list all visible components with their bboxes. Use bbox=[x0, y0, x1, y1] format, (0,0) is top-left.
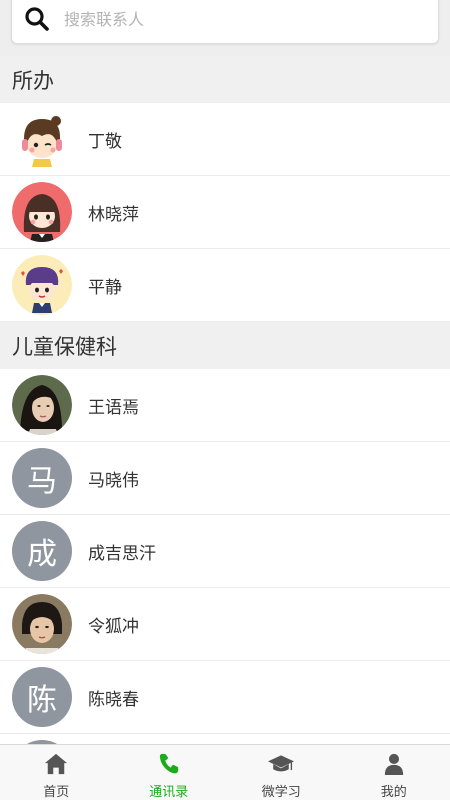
contact-name: 马晓伟 bbox=[88, 470, 139, 491]
tab-home[interactable]: 首页 bbox=[0, 745, 113, 800]
photo-avatar bbox=[12, 594, 72, 654]
contact-item[interactable]: 成 成吉思汗 bbox=[0, 515, 450, 588]
contact-name: 平静 bbox=[88, 277, 122, 298]
text-avatar: 成 bbox=[12, 521, 72, 581]
search-box[interactable] bbox=[11, 0, 439, 44]
search-input[interactable] bbox=[64, 7, 424, 31]
contact-name: 令狐冲 bbox=[88, 616, 139, 637]
photo-avatar bbox=[12, 375, 72, 435]
search-icon bbox=[25, 7, 49, 31]
contact-item[interactable]: 王语焉 bbox=[0, 369, 450, 442]
tab-mine[interactable]: 我的 bbox=[338, 745, 450, 800]
contact-name: 陈晓春 bbox=[88, 689, 139, 710]
graduation-cap-icon bbox=[268, 755, 295, 772]
tab-label: 微学习 bbox=[261, 785, 301, 800]
cartoon-girl-avatar bbox=[12, 182, 72, 242]
home-icon bbox=[45, 753, 68, 775]
contact-name: 王语焉 bbox=[88, 397, 139, 418]
group-header: 所办 bbox=[0, 56, 450, 103]
contact-item[interactable]: 陈 陈晓春 bbox=[0, 661, 450, 734]
contact-item[interactable]: 丁敬 bbox=[0, 103, 450, 176]
contact-name: 丁敬 bbox=[88, 131, 122, 152]
tab-label: 首页 bbox=[43, 785, 70, 800]
search-area bbox=[0, 0, 450, 56]
contact-item-partial[interactable] bbox=[0, 734, 450, 744]
contact-item[interactable]: 令狐冲 bbox=[0, 588, 450, 661]
contact-item[interactable]: 林晓萍 bbox=[0, 176, 450, 249]
contact-name: 成吉思汗 bbox=[88, 543, 156, 564]
tab-label: 通讯录 bbox=[149, 785, 189, 800]
group-header: 儿童保健科 bbox=[0, 322, 450, 369]
tab-contacts[interactable]: 通讯录 bbox=[113, 745, 226, 800]
tab-label: 我的 bbox=[380, 785, 407, 800]
cartoon-girl-headphones-avatar bbox=[12, 109, 72, 169]
contact-list: 所办 丁敬 林晓萍 平静 儿童保健科 王语焉 马 马晓伟 成 成吉思汗 令狐冲 … bbox=[0, 56, 450, 744]
user-icon bbox=[384, 753, 403, 775]
text-avatar: 陈 bbox=[12, 667, 72, 727]
contact-item[interactable]: 平静 bbox=[0, 249, 450, 322]
contact-name: 林晓萍 bbox=[88, 204, 139, 225]
cartoon-boy-avatar bbox=[12, 255, 72, 315]
text-avatar: 马 bbox=[12, 448, 72, 508]
bottom-tab-bar: 首页 通讯录 微学习 我的 bbox=[0, 744, 450, 800]
phone-icon bbox=[159, 753, 178, 774]
tab-learning[interactable]: 微学习 bbox=[225, 745, 338, 800]
contact-item[interactable]: 马 马晓伟 bbox=[0, 442, 450, 515]
contacts-screen: 所办 丁敬 bbox=[0, 0, 450, 800]
